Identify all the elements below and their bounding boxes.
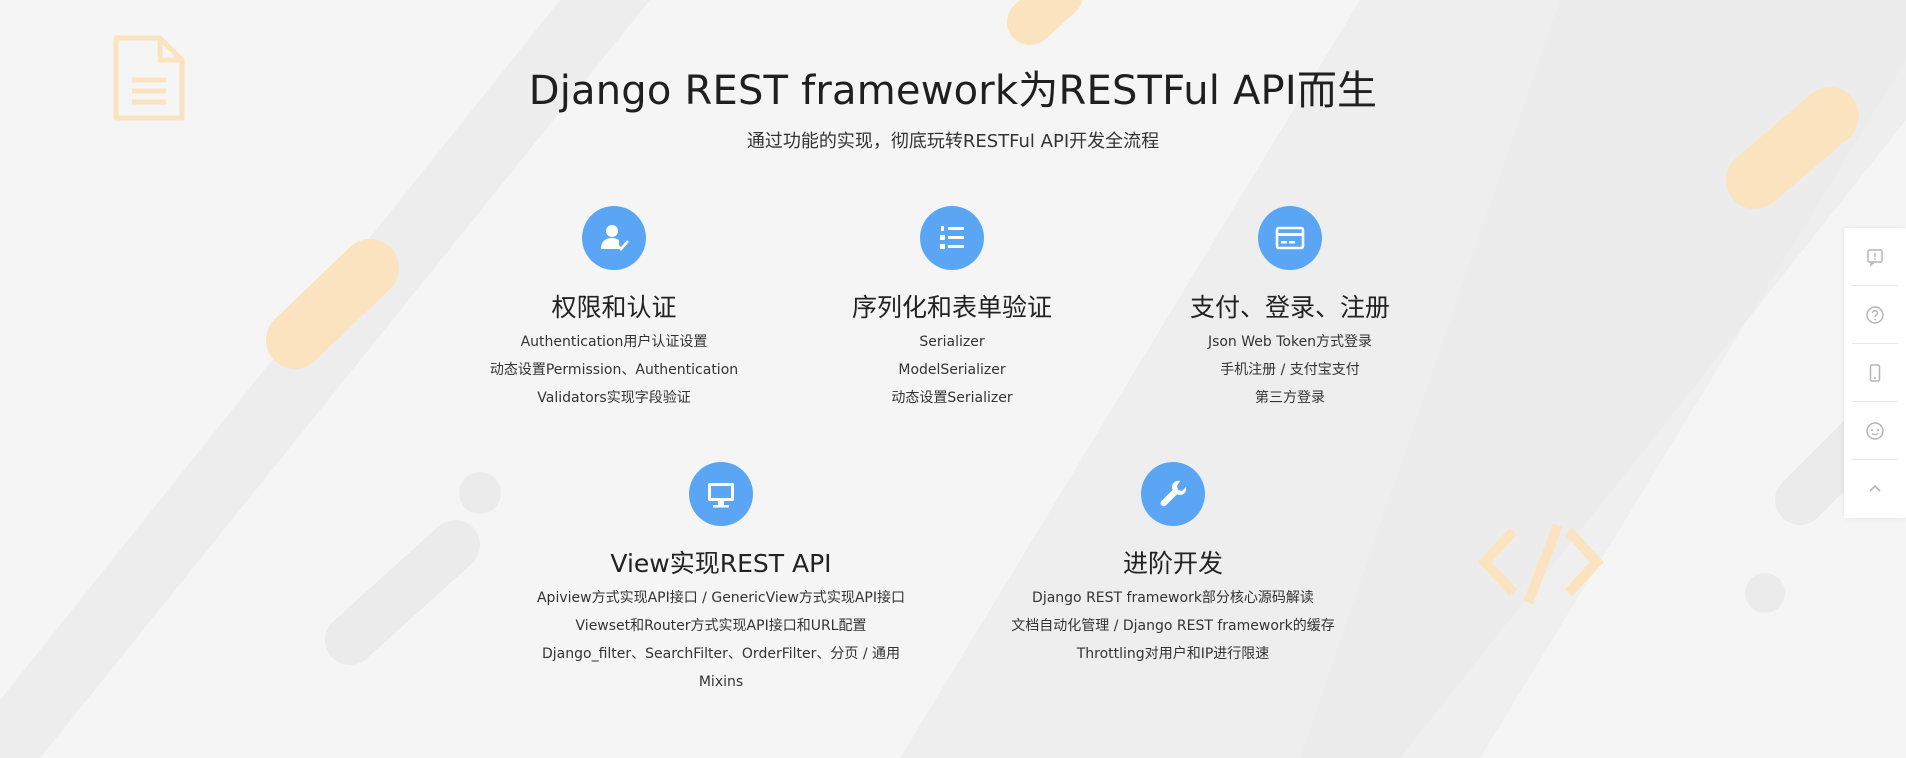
feature-line: 动态设置Serializer [891,390,1013,406]
page-title: Django REST framework为RESTFul API而生 [528,68,1378,114]
monitor-icon [689,462,753,526]
feature-line: 手机注册 / 支付宝支付 [1220,362,1360,378]
feature-title: 进阶开发 [1122,549,1223,578]
feature-line: Throttling对用户和IP进行限速 [1076,646,1270,662]
feature-auth: 权限和认证 Authentication用户认证设置 动态设置Permissio… [424,206,804,412]
feature-line: Validators实现字段验证 [537,390,691,406]
feature-line: Authentication用户认证设置 [520,334,708,350]
mobile-icon [1869,363,1881,382]
feature-line: 文档自动化管理 / Django REST framework的缓存 [1011,618,1335,634]
numbered-list-icon [920,206,984,270]
feature-title: 序列化和表单验证 [851,293,1052,322]
feature-line: Viewset和Router方式实现API接口和URL配置 [575,618,867,634]
user-check-icon [582,206,646,270]
feature-serializer: 序列化和表单验证 Serializer ModelSerializer 动态设置… [762,206,1142,412]
intro-section: Django REST framework为RESTFul API而生 通过功能… [0,0,1906,758]
feature-view: View实现REST API Apiview方式实现API接口 / Generi… [531,462,911,696]
page-subtitle: 通过功能的实现，彻底玩转RESTFul API开发全流程 [746,131,1160,152]
feature-line: Django_filter、SearchFilter、OrderFilter、分… [542,646,900,690]
feature-title: 权限和认证 [551,293,677,322]
chat-button[interactable] [1852,402,1898,460]
feature-line: Apiview方式实现API接口 / GenericView方式实现API接口 [536,590,906,606]
feature-line: Json Web Token方式登录 [1207,334,1373,350]
feature-line: Serializer [919,334,985,350]
feature-payment: 支付、登录、注册 Json Web Token方式登录 手机注册 / 支付宝支付… [1100,206,1480,412]
credit-card-icon [1258,206,1322,270]
floating-toolbar [1844,228,1906,518]
feature-line: 第三方登录 [1255,390,1325,406]
feedback-button[interactable] [1852,228,1898,286]
chat-icon [1866,421,1884,440]
help-button[interactable] [1852,286,1898,344]
back-to-top-icon [1869,484,1881,492]
feature-line: ModelSerializer [898,362,1006,378]
feedback-icon [1867,248,1883,267]
feature-line: 动态设置Permission、Authentication [489,362,739,378]
feature-title: View实现REST API [610,549,832,578]
feature-line: Django REST framework部分核心源码解读 [1032,590,1314,606]
feature-title: 支付、登录、注册 [1189,293,1390,322]
wrench-icon [1141,462,1205,526]
help-icon [1866,305,1884,324]
feature-advanced: 进阶开发 Django REST framework部分核心源码解读 文档自动化… [983,462,1363,668]
mobile-button[interactable] [1852,344,1898,402]
back-to-top-button[interactable] [1852,460,1898,517]
